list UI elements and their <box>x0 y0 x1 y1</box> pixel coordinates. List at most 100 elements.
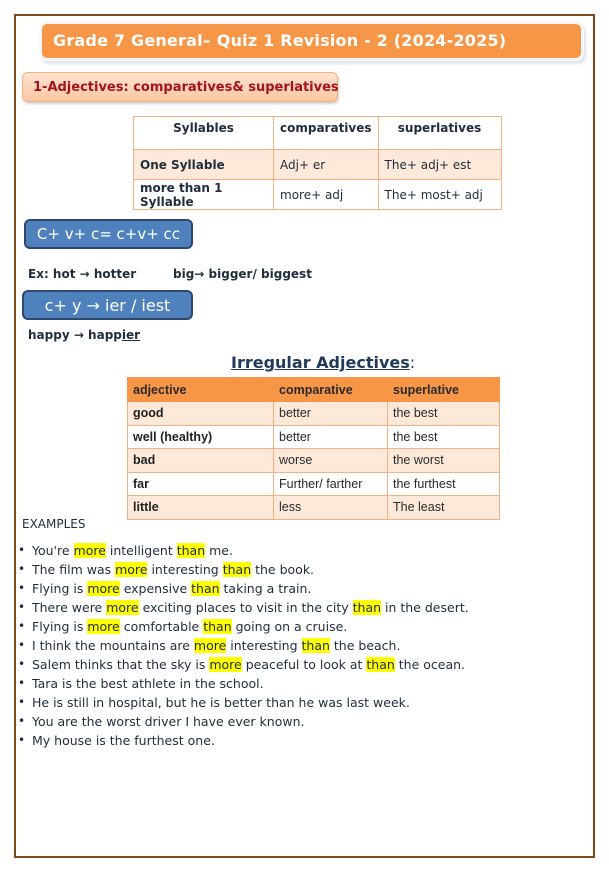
table-cell: Further/ farther <box>273 471 388 496</box>
table-row: far Further/ farther the furthest <box>127 471 500 496</box>
cy-example-suffix: ier <box>121 328 141 342</box>
table-cell: little <box>127 495 274 520</box>
sentence-text: the beach. <box>329 638 401 653</box>
example-sentence: Flying is more comfortable than going on… <box>18 617 469 636</box>
sentence-text: You are the worst driver I have ever kno… <box>32 714 305 729</box>
table-cell: good <box>127 401 274 426</box>
header-cell: superlatives <box>377 116 502 150</box>
sentence-text: peaceful to look at <box>241 657 367 672</box>
highlighted-word: than <box>301 638 330 653</box>
example-sentence: Flying is more expensive than taking a t… <box>18 579 469 598</box>
example-sentence: You are the worst driver I have ever kno… <box>18 712 469 731</box>
highlighted-word: more <box>115 562 148 577</box>
table-cell: The least <box>387 495 500 520</box>
sentence-text: My house is the furthest one. <box>32 733 215 748</box>
highlighted-word: than <box>191 581 220 596</box>
highlighted-word: more <box>106 600 139 615</box>
highlighted-word: than <box>222 562 252 577</box>
examples-list: You're more intelligent than me. The film… <box>18 541 469 750</box>
irregular-title: Irregular Adjectives: <box>231 353 415 372</box>
cvc-example-big: big→ bigger/ biggest <box>173 267 312 281</box>
table-cell: better <box>273 424 388 449</box>
highlighted-word: than <box>176 543 206 558</box>
table-cell: more than 1 Syllable <box>133 179 274 210</box>
sentence-text: He is still in hospital, but he is bette… <box>32 695 410 710</box>
sentence-text: You're <box>32 543 74 558</box>
table-row: bad worse the worst <box>127 448 500 473</box>
highlighted-word: than <box>352 600 382 615</box>
irregular-title-colon: : <box>409 353 416 372</box>
table-cell: less <box>273 495 388 520</box>
sentence-text: Salem thinks that the sky is <box>32 657 210 672</box>
sentence-text: The film was <box>32 562 116 577</box>
section-heading: 1-Adjectives: comparatives& superlatives <box>33 80 339 95</box>
sentence-text: intelligent <box>105 543 177 558</box>
example-sentence: You're more intelligent than me. <box>18 541 469 560</box>
sentence-text: the ocean. <box>394 657 466 672</box>
table-cell: far <box>127 471 274 496</box>
sentence-text: Flying is <box>32 619 88 634</box>
cy-rule-box: c+ y → ier / iest <box>22 290 193 320</box>
table-cell: the worst <box>387 448 500 473</box>
table-row: good better the best <box>127 401 500 426</box>
sentence-text: There were <box>32 600 107 615</box>
table-cell: bad <box>127 448 274 473</box>
table-cell: The+ most+ adj <box>377 179 502 210</box>
highlighted-word: than <box>366 657 395 672</box>
header-cell: comparatives <box>273 116 379 150</box>
highlighted-word: more <box>209 657 242 672</box>
irregular-title-text: Irregular Adjectives <box>231 353 410 372</box>
table-cell: the best <box>387 424 500 449</box>
rules-table: Syllables comparatives superlatives One … <box>133 116 502 210</box>
sentence-text: interesting <box>226 638 302 653</box>
table-cell: more+ adj <box>273 179 379 210</box>
sentence-text: Flying is <box>32 581 88 596</box>
example-sentence: There were more exciting places to visit… <box>18 598 469 617</box>
cy-example-prefix: happy → happ <box>28 328 122 342</box>
example-sentence: My house is the furthest one. <box>18 731 469 750</box>
example-sentence: Salem thinks that the sky is more peacef… <box>18 655 469 674</box>
highlighted-word: more <box>87 619 120 634</box>
table-cell: better <box>273 401 388 426</box>
title-banner: Grade 7 General– Quiz 1 Revision - 2 (20… <box>42 24 581 58</box>
sentence-text: me. <box>205 543 233 558</box>
table-cell: the furthest <box>387 471 500 496</box>
table-cell: One Syllable <box>133 149 274 180</box>
highlighted-word: more <box>193 638 227 653</box>
rules-table-header-row: Syllables comparatives superlatives <box>133 116 502 150</box>
table-cell: the best <box>387 401 500 426</box>
table-cell: Adj+ er <box>273 149 379 180</box>
example-sentence: I think the mountains are more interesti… <box>18 636 469 655</box>
sentence-text: expensive <box>119 581 192 596</box>
cy-example: happy → happier <box>28 328 140 342</box>
sentence-text: I think the mountains are <box>32 638 194 653</box>
sentence-text: the book. <box>251 562 315 577</box>
cvc-rule-text: C+ v+ c= c+v+ cc <box>36 225 181 243</box>
cy-rule-text: c+ y → ier / iest <box>44 295 171 315</box>
table-row: more than 1 Syllable more+ adj The+ most… <box>133 179 502 210</box>
table-cell: well (healthy) <box>127 424 274 449</box>
header-cell: adjective <box>127 377 274 402</box>
table-row: well (healthy) better the best <box>127 424 500 449</box>
cvc-example-hot: Ex: hot → hotter <box>28 267 137 281</box>
table-cell: The+ adj+ est <box>377 149 502 180</box>
highlighted-word: than <box>203 619 232 634</box>
sentence-text: Tara is the best athlete in the school. <box>32 676 264 691</box>
example-sentence: Tara is the best athlete in the school. <box>18 674 469 693</box>
cvc-rule-box: C+ v+ c= c+v+ cc <box>24 219 193 249</box>
sentence-text: exciting places to visit in the city <box>138 600 353 615</box>
irregular-table: adjective comparative superlative good b… <box>127 377 500 520</box>
sentence-text: taking a train. <box>219 581 312 596</box>
table-row: One Syllable Adj+ er The+ adj+ est <box>133 149 502 180</box>
irregular-table-header-row: adjective comparative superlative <box>127 377 500 402</box>
table-row: little less The least <box>127 495 500 520</box>
examples-label: EXAMPLES <box>22 517 86 531</box>
table-cell: worse <box>273 448 388 473</box>
sentence-text: going on a cruise. <box>231 619 348 634</box>
sentence-text: comfortable <box>119 619 204 634</box>
highlighted-word: more <box>73 543 106 558</box>
sentence-text: interesting <box>147 562 223 577</box>
sentence-text: in the desert. <box>381 600 469 615</box>
page-title: Grade 7 General– Quiz 1 Revision - 2 (20… <box>53 31 507 50</box>
header-cell: superlative <box>387 377 500 402</box>
